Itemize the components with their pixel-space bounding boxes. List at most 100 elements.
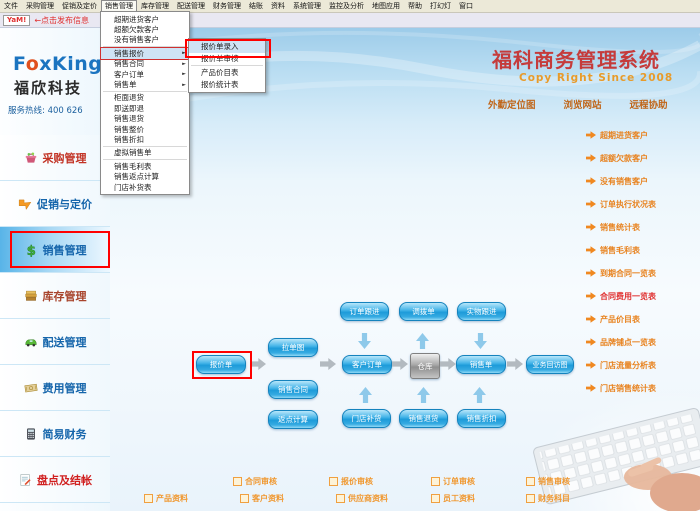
dropdown-item-label: 销售单 xyxy=(114,79,137,90)
report-link-label: 没有销售客户 xyxy=(600,176,648,187)
legend-order-review[interactable]: 订单审核 xyxy=(431,476,475,487)
dropdown-item-label: 柜面退货 xyxy=(114,92,144,103)
flow-node-rebate-calc[interactable]: 返点计算 xyxy=(268,410,318,429)
truck-icon xyxy=(24,335,38,349)
menu-item-system[interactable]: 系统管理 xyxy=(289,0,325,12)
menu-item-window[interactable]: 窗口 xyxy=(455,0,477,12)
sidebar-item-label: 采购管理 xyxy=(43,150,87,166)
legend-supplier-data[interactable]: 供应商资料 xyxy=(336,493,388,504)
flow-node-sales-contract[interactable]: 销售合同 xyxy=(268,380,318,399)
doc-square-icon xyxy=(233,477,242,486)
menu-item-data[interactable]: 资料 xyxy=(267,0,289,12)
menu-item-checkout[interactable]: 结账 xyxy=(245,0,267,12)
dropdown-item-sales-discount[interactable]: 销售折扣 xyxy=(101,134,189,144)
legend-contract-review[interactable]: 合同审核 xyxy=(233,476,277,487)
report-link-expiring-contracts[interactable]: 到期合同一览表 xyxy=(586,262,656,285)
report-link-contract-fees[interactable]: 合同费用一览表 xyxy=(586,285,656,308)
report-link-price-list[interactable]: 产品价目表 xyxy=(586,308,656,331)
menu-item-purchase[interactable]: 采购管理 xyxy=(22,0,58,12)
orange-arrow-icon xyxy=(586,361,596,371)
report-link-store-sales-stats[interactable]: 门店销售统计表 xyxy=(586,377,656,400)
dropdown-item-sales-return[interactable]: 销售退货 xyxy=(101,114,189,124)
dropdown-item-overcredit-customers[interactable]: 超额欠款客户 xyxy=(101,24,189,34)
menu-item-promotion[interactable]: 促销及定价 xyxy=(58,0,101,12)
legend-sales-review[interactable]: 销售审核 xyxy=(526,476,570,487)
dropdown-item-sales-contract[interactable]: 销售合同► xyxy=(101,59,189,69)
report-links-panel: 超期进货客户 超额欠款客户 没有销售客户 订单执行状况表 销售统计表 销售毛利表… xyxy=(586,124,656,400)
report-link-order-execution[interactable]: 订单执行状况表 xyxy=(586,193,656,216)
orange-arrow-icon xyxy=(586,384,596,394)
dropdown-item-store-replenish-report[interactable]: 门店补货表 xyxy=(101,182,189,192)
legend-quote-review[interactable]: 报价审核 xyxy=(329,476,373,487)
flow-node-physical-tracking[interactable]: 实物跟进 xyxy=(457,302,506,321)
sidebar-item-sales[interactable]: $ 销售管理 xyxy=(0,227,110,273)
dropdown-item-overdue-purchase-customers[interactable]: 超期进货客户 xyxy=(101,14,189,24)
dropdown-item-sales-price-adjust[interactable]: 销售整价 xyxy=(101,124,189,134)
highlight-box-quote-entry xyxy=(185,39,271,58)
yam-badge[interactable]: YaM! xyxy=(3,15,30,26)
menu-item-file[interactable]: 文件 xyxy=(0,0,22,12)
flow-node-store-replenish[interactable]: 门店补货 xyxy=(342,409,391,428)
app-window: 文件 采购管理 促销及定价 销售管理 库存管理 配送管理 财务管理 结账 资料 … xyxy=(0,0,700,511)
sidebar-item-inventory[interactable]: 库存管理 xyxy=(0,273,110,319)
flow-node-sales-discount[interactable]: 销售折扣 xyxy=(457,409,506,428)
report-link-no-sales-customers[interactable]: 没有销售客户 xyxy=(586,170,656,193)
report-link-label: 合同费用一览表 xyxy=(600,291,656,302)
sidebar-item-label: 费用管理 xyxy=(43,380,87,396)
flow-node-customer-order[interactable]: 客户订单 xyxy=(342,355,392,374)
legend-employee-data[interactable]: 员工资料 xyxy=(431,493,475,504)
sidebar-item-expense[interactable]: 费用管理 xyxy=(0,365,110,411)
report-link-overcredit[interactable]: 超额欠款客户 xyxy=(586,147,656,170)
dropdown-item-rebate-calc[interactable]: 销售返点计算 xyxy=(101,171,189,181)
legend-label: 合同审核 xyxy=(245,476,277,487)
sidebar-item-label: 配送管理 xyxy=(43,334,87,350)
legend-label: 订单审核 xyxy=(443,476,475,487)
link-field-location-map[interactable]: 外勤定位图 xyxy=(488,97,536,111)
dropdown-item-counter-return[interactable]: 柜面退货 xyxy=(101,93,189,103)
report-link-store-traffic[interactable]: 门店流量分析表 xyxy=(586,354,656,377)
dropdown-item-label: 销售报价 xyxy=(114,48,144,59)
report-link-overdue-purchase[interactable]: 超期进货客户 xyxy=(586,124,656,147)
link-remote-assist[interactable]: 远程协助 xyxy=(630,97,668,111)
flow-node-business-visit[interactable]: 业务回访图 xyxy=(526,355,574,374)
menu-item-monitor[interactable]: 监控及分析 xyxy=(325,0,368,12)
menu-item-finance[interactable]: 财务管理 xyxy=(209,0,245,12)
dropdown-item-sales-order[interactable]: 销售单► xyxy=(101,79,189,89)
link-browse-website[interactable]: 浏览网站 xyxy=(564,97,602,111)
flow-node-order-tracking[interactable]: 订单跟进 xyxy=(340,302,389,321)
sidebar-item-purchase[interactable]: 采购管理 xyxy=(0,135,110,181)
flow-node-pull-chart[interactable]: 拉单图 xyxy=(268,338,318,357)
submenu-item-product-price-list[interactable]: 产品价目表 xyxy=(189,67,265,79)
submenu-item-quote-stats[interactable]: 报价统计表 xyxy=(189,79,265,91)
report-link-label: 品牌铺点一览表 xyxy=(600,337,656,348)
menu-item-help[interactable]: 帮助 xyxy=(404,0,426,12)
flow-node-sales-order[interactable]: 销售单 xyxy=(456,355,506,374)
sidebar-item-delivery[interactable]: 配送管理 xyxy=(0,319,110,365)
dropdown-item-virtual-sales-order[interactable]: 虚拟销售单 xyxy=(101,148,189,158)
sidebar-item-finance[interactable]: 简易财务 xyxy=(0,411,110,457)
menu-item-slideshow[interactable]: 打幻灯 xyxy=(426,0,455,12)
legend-customer-data[interactable]: 客户资料 xyxy=(240,493,284,504)
flow-node-warehouse[interactable]: 仓库 xyxy=(410,353,440,379)
report-link-brand-outlets[interactable]: 品牌铺点一览表 xyxy=(586,331,656,354)
sidebar-item-promotion[interactable]: 促销与定价 xyxy=(0,181,110,227)
dropdown-item-instant-return[interactable]: 即送即退 xyxy=(101,103,189,113)
orange-arrow-icon xyxy=(586,154,596,164)
logo-letters-rest: xKing xyxy=(39,53,102,75)
flow-node-transfer-order[interactable]: 调拨单 xyxy=(399,302,448,321)
legend-product-data[interactable]: 产品资料 xyxy=(144,493,188,504)
dropdown-item-no-sales-customers[interactable]: 没有销售客户 xyxy=(101,35,189,45)
publish-info-message[interactable]: ←点击发布信息 xyxy=(34,15,89,26)
report-link-gross-profit[interactable]: 销售毛利表 xyxy=(586,239,656,262)
sidebar-item-stocktake[interactable]: 盘点及结帐 xyxy=(0,457,110,503)
legend-finance-accounts[interactable]: 财务科目 xyxy=(526,493,570,504)
dropdown-item-customer-order[interactable]: 客户订单► xyxy=(101,69,189,79)
sidebar-item-label: 销售管理 xyxy=(43,242,87,258)
dropdown-item-sales-quote[interactable]: 销售报价► xyxy=(101,48,189,58)
dropdown-item-gross-profit-report[interactable]: 销售毛利表 xyxy=(101,161,189,171)
flow-node-sales-return[interactable]: 销售退货 xyxy=(399,409,448,428)
submenu-item-label: 报价统计表 xyxy=(201,79,239,90)
menu-item-map[interactable]: 地图应用 xyxy=(368,0,404,12)
report-link-sales-stats[interactable]: 销售统计表 xyxy=(586,216,656,239)
orange-arrow-icon xyxy=(586,292,596,302)
